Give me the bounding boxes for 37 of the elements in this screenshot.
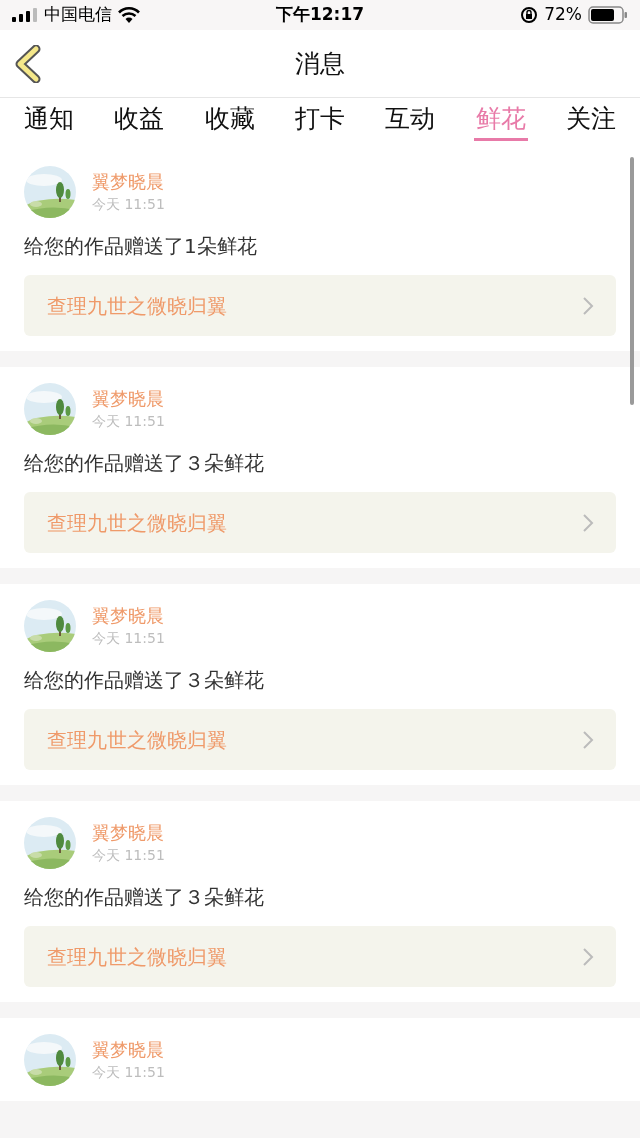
tab[interactable]: 鲜花 [473, 102, 528, 141]
message-time: 今天 11:51 [92, 412, 165, 431]
work-link[interactable]: 查理九世之微晓归翼 [24, 275, 616, 336]
message-text: 给您的作品赠送了３朵鲜花 [24, 450, 265, 477]
message-time: 今天 11:51 [92, 195, 165, 214]
chevron-right-icon [582, 295, 594, 316]
user-name[interactable]: 翼梦晓晨 [92, 604, 165, 628]
chevron-right-icon [582, 512, 594, 533]
user-name[interactable]: 翼梦晓晨 [92, 821, 165, 845]
tab[interactable]: 关注 [563, 102, 618, 141]
tab[interactable]: 互动 [383, 102, 438, 141]
rotation-lock-icon [520, 6, 539, 24]
work-link[interactable]: 查理九世之微晓归翼 [24, 926, 616, 987]
chevron-right-icon [582, 729, 594, 750]
battery-percent: 72% [544, 3, 582, 27]
work-link[interactable]: 查理九世之微晓归翼 [24, 492, 616, 553]
wifi-icon [118, 7, 140, 23]
message-time: 今天 11:51 [92, 846, 165, 865]
message-text: 给您的作品赠送了３朵鲜花 [24, 884, 265, 911]
message-text: 给您的作品赠送了1朵鲜花 [24, 233, 258, 260]
work-link[interactable]: 查理九世之微晓归翼 [24, 709, 616, 770]
user-name[interactable]: 翼梦晓晨 [92, 387, 165, 411]
tab[interactable]: 收藏 [202, 102, 257, 141]
tab[interactable]: 收益 [112, 102, 167, 141]
page-title: 消息 [295, 47, 345, 80]
carrier-name: 中国电信 [44, 3, 112, 27]
battery-icon [588, 6, 628, 24]
message-time: 今天 11:51 [92, 629, 165, 648]
tab[interactable]: 打卡 [293, 102, 347, 141]
user-name[interactable]: 翼梦晓晨 [92, 170, 165, 194]
clock: 下午12:17 [275, 3, 365, 27]
user-name[interactable]: 翼梦晓晨 [92, 1038, 165, 1062]
message-text: 给您的作品赠送了３朵鲜花 [24, 667, 265, 694]
chevron-right-icon [582, 946, 594, 967]
signal-icon [12, 8, 38, 22]
tab[interactable]: 通知 [22, 102, 77, 141]
message-time: 今天 11:51 [92, 1063, 165, 1082]
